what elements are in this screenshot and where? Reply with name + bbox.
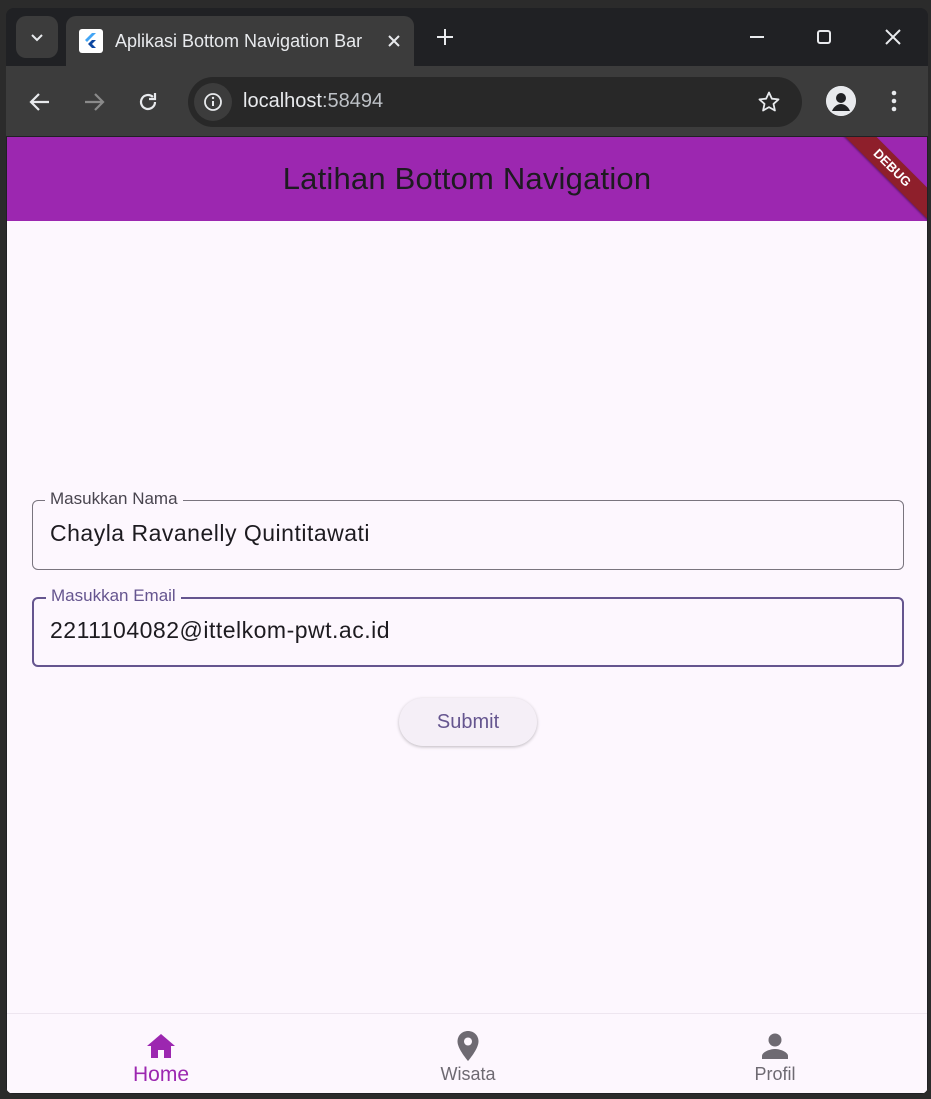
minimize-icon xyxy=(750,36,764,38)
nav-item-label: Wisata xyxy=(440,1064,496,1084)
email-field-label: Masukkan Email xyxy=(46,585,181,607)
back-button[interactable] xyxy=(25,87,55,117)
nav-item-home[interactable]: Home xyxy=(61,1014,261,1093)
location-pin-icon xyxy=(452,1030,484,1062)
debug-banner: DEBUG xyxy=(831,137,927,229)
nav-item-profil[interactable]: Profil xyxy=(675,1014,875,1093)
bottom-navigation-bar: Home Wisata Profil xyxy=(7,1013,927,1093)
email-field-value[interactable]: 2211104082@ittelkom-pwt.ac.id xyxy=(50,617,390,644)
email-field[interactable]: Masukkan Email 2211104082@ittelkom-pwt.a… xyxy=(32,585,904,667)
profile-icon[interactable] xyxy=(826,86,856,116)
info-icon[interactable] xyxy=(194,83,232,121)
new-tab-button[interactable] xyxy=(430,22,460,52)
more-menu-icon[interactable] xyxy=(882,86,906,116)
forward-button[interactable] xyxy=(79,87,109,117)
flutter-favicon-icon xyxy=(79,29,103,53)
maximize-button[interactable] xyxy=(809,22,839,52)
reload-button[interactable] xyxy=(133,87,163,117)
close-window-button[interactable] xyxy=(878,22,908,52)
app-bar: Latihan Bottom Navigation DEBUG xyxy=(7,137,927,229)
arrow-right-icon xyxy=(85,93,105,111)
minimize-button[interactable] xyxy=(742,22,772,52)
browser-tab[interactable]: Aplikasi Bottom Navigation Bar xyxy=(66,16,414,66)
nav-item-label: Profil xyxy=(754,1064,796,1084)
close-tab-icon[interactable] xyxy=(382,29,406,53)
nav-item-label: Home xyxy=(132,1063,190,1086)
submit-button[interactable]: Submit xyxy=(399,698,537,746)
tab-search-button[interactable] xyxy=(16,16,58,58)
page-title: Latihan Bottom Navigation xyxy=(282,161,652,196)
maximize-icon xyxy=(817,30,831,44)
home-icon xyxy=(145,1030,177,1062)
plus-icon xyxy=(437,29,453,45)
close-icon xyxy=(885,29,901,45)
tab-strip: Aplikasi Bottom Navigation Bar xyxy=(6,8,928,66)
name-field[interactable]: Masukkan Nama Chayla Ravanelly Quintitaw… xyxy=(32,488,904,570)
name-field-value[interactable]: Chayla Ravanelly Quintitawati xyxy=(50,520,370,547)
name-field-label: Masukkan Nama xyxy=(45,488,183,510)
arrow-left-icon xyxy=(29,93,49,111)
url-text: localhost:58494 xyxy=(243,90,384,112)
address-bar[interactable]: localhost:58494 xyxy=(188,77,802,127)
chevron-down-icon xyxy=(31,34,43,42)
browser-toolbar: localhost:58494 xyxy=(6,66,928,136)
person-icon xyxy=(759,1030,791,1062)
tab-title: Aplikasi Bottom Navigation Bar xyxy=(115,30,363,51)
star-icon[interactable] xyxy=(756,89,782,115)
nav-item-wisata[interactable]: Wisata xyxy=(368,1014,568,1093)
flutter-app: Latihan Bottom Navigation DEBUG Masukkan… xyxy=(7,137,927,1093)
reload-icon xyxy=(139,93,157,111)
browser-window: Aplikasi Bottom Navigation Bar localhost… xyxy=(6,8,928,1094)
